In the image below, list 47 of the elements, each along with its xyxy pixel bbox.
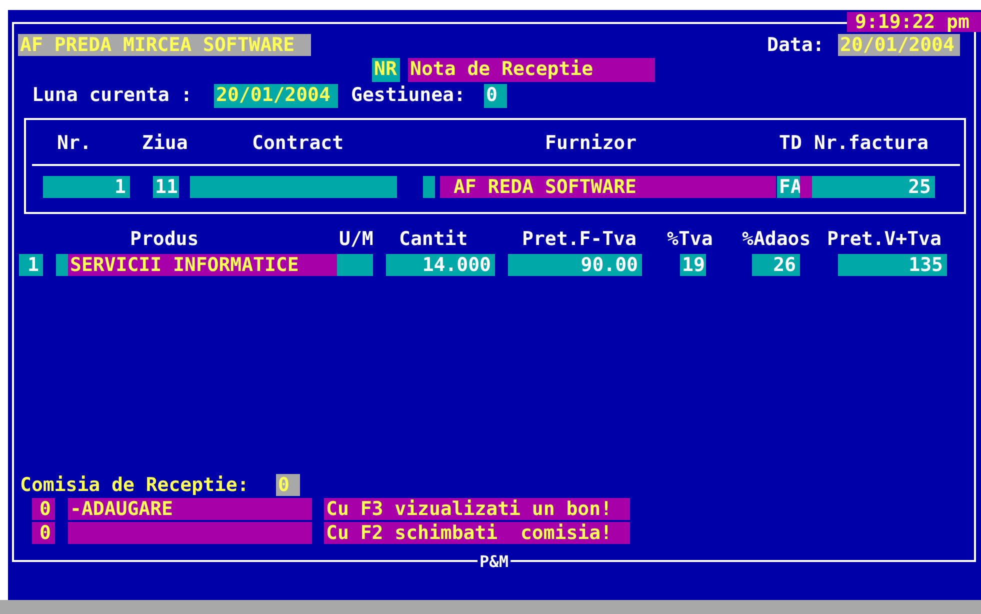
month-label: Luna curenta : bbox=[31, 84, 194, 108]
unit-field[interactable] bbox=[337, 254, 373, 276]
gestiune-label: Gestiunea: bbox=[350, 84, 466, 108]
date-label: Data: bbox=[766, 34, 826, 56]
nr-field[interactable]: 1 bbox=[43, 176, 130, 198]
document-type-field[interactable]: FA bbox=[777, 176, 800, 198]
column-header: U/M bbox=[338, 228, 374, 250]
column-header: Contract bbox=[251, 132, 345, 154]
company-name: AF PREDA MIRCEA SOFTWARE bbox=[18, 34, 311, 56]
column-header: Produs bbox=[129, 228, 200, 250]
hint-text: Cu F2 schimbati comisia! bbox=[324, 522, 630, 544]
sale-price-field[interactable]: 135 bbox=[838, 254, 947, 276]
gestiune-field[interactable]: 0 bbox=[484, 84, 507, 108]
column-header: Cantit bbox=[398, 228, 469, 250]
document-title: Nota de Receptie bbox=[408, 58, 655, 82]
date-field[interactable]: 20/01/2004 bbox=[838, 34, 960, 56]
input-field[interactable] bbox=[423, 176, 435, 198]
invoice-number-field[interactable]: 25 bbox=[812, 176, 935, 198]
day-field[interactable]: 11 bbox=[153, 176, 179, 198]
column-header: %Tva bbox=[666, 228, 714, 250]
column-header: %Adaos bbox=[741, 228, 812, 250]
column-header: Furnizor bbox=[544, 132, 638, 154]
row-number: 1 bbox=[19, 254, 43, 276]
commission-field[interactable]: 0 bbox=[276, 474, 300, 496]
column-header: Ziua bbox=[141, 132, 189, 154]
member-name: -ADAUGARE bbox=[68, 498, 312, 520]
member-code: 0 bbox=[32, 522, 55, 544]
contract-field[interactable] bbox=[190, 176, 397, 198]
commission-label: Comisia de Receptie: bbox=[19, 474, 250, 496]
hint-text: Cu F3 vizualizati un bon! bbox=[324, 498, 630, 520]
month-field[interactable]: 20/01/2004 bbox=[214, 84, 338, 108]
vat-field[interactable]: 19 bbox=[680, 254, 706, 276]
product-field[interactable]: SERVICII INFORMATICE bbox=[68, 254, 337, 276]
field-marker bbox=[56, 254, 68, 276]
clock: 9:19:22 pm bbox=[847, 12, 981, 32]
column-header: Nr.factura bbox=[813, 132, 930, 154]
supplier-field[interactable]: AF REDA SOFTWARE bbox=[440, 176, 776, 198]
quantity-field[interactable]: 14.000 bbox=[386, 254, 495, 276]
markup-field[interactable]: 26 bbox=[752, 254, 800, 276]
price-field[interactable]: 90.00 bbox=[508, 254, 642, 276]
field-marker bbox=[800, 176, 812, 198]
column-header: Pret.F-Tva bbox=[521, 228, 638, 250]
column-header: Nr. bbox=[56, 132, 92, 154]
nr-label: NR bbox=[372, 58, 400, 82]
column-header: TD bbox=[778, 132, 803, 154]
column-header: Pret.V+Tva bbox=[826, 228, 942, 250]
member-code: 0 bbox=[32, 498, 55, 520]
